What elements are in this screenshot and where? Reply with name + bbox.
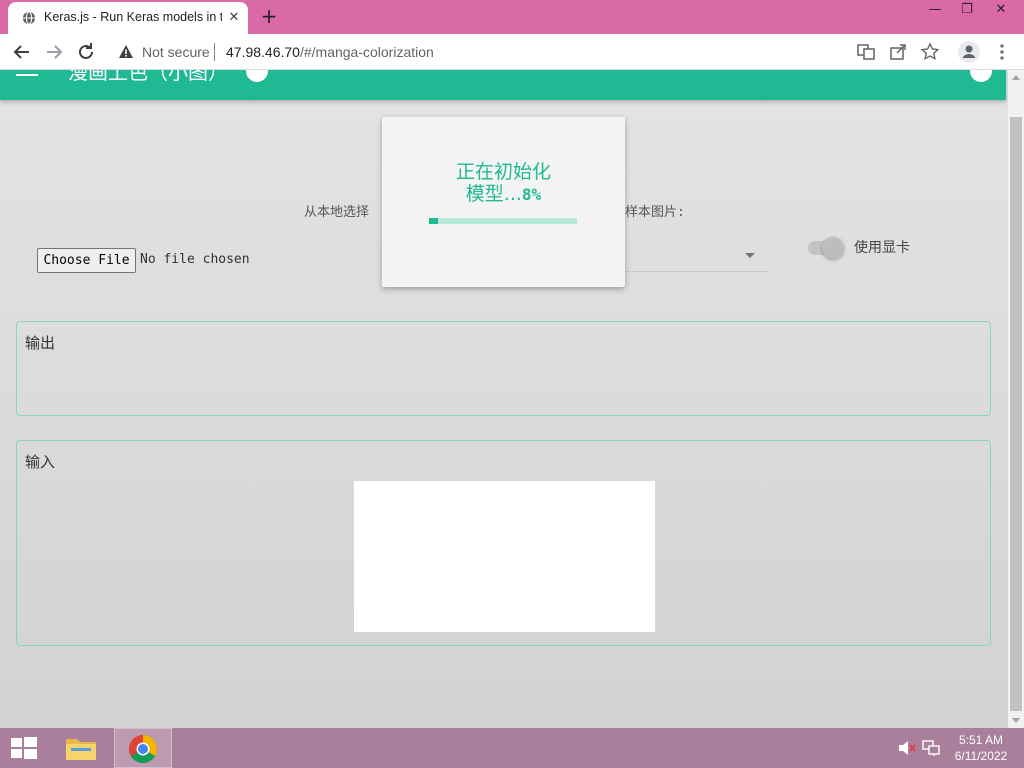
- gpu-toggle-switch[interactable]: [808, 237, 846, 259]
- progress-bar-fill: [429, 218, 438, 224]
- browser-tab[interactable]: Keras.js - Run Keras models in th ✕: [8, 2, 248, 34]
- hamburger-menu-icon[interactable]: [16, 70, 38, 80]
- loading-percent: 8%: [521, 185, 542, 204]
- profile-avatar-icon[interactable]: [958, 41, 980, 63]
- toggle-thumb: [822, 237, 844, 259]
- speaker-muted-icon[interactable]: [898, 740, 916, 756]
- reload-icon[interactable]: [74, 40, 98, 64]
- gpu-toggle-label: 使用显卡: [854, 240, 910, 256]
- browser-titlebar: Keras.js - Run Keras models in th ✕ + — …: [0, 0, 1024, 34]
- globe-icon: [22, 11, 36, 25]
- windows-taskbar: 5:51 AM 6/11/2022: [0, 728, 1024, 768]
- new-tab-button[interactable]: +: [258, 6, 280, 28]
- url-text[interactable]: 47.98.46.70/#/manga-colorization: [226, 44, 434, 60]
- network-icon[interactable]: [922, 740, 940, 756]
- input-image-canvas[interactable]: [354, 481, 655, 632]
- close-window-button[interactable]: ✕: [984, 0, 1018, 22]
- output-title: 输出: [25, 334, 56, 352]
- back-arrow-icon[interactable]: [10, 40, 34, 64]
- vertical-scrollbar[interactable]: [1008, 70, 1024, 728]
- scroll-up-arrow-icon[interactable]: [1012, 75, 1020, 80]
- select-prompt-left: 从本地选择: [304, 205, 370, 220]
- select-prompt-right: 样本图片:: [625, 205, 685, 220]
- file-explorer-icon: [66, 739, 96, 760]
- dropdown-arrow-icon: [745, 253, 755, 258]
- browser-menu-icon[interactable]: [992, 42, 1012, 62]
- chrome-icon: [129, 735, 157, 763]
- input-panel: 输入: [16, 440, 991, 646]
- app-header: 漫画上色（小图）: [0, 70, 1006, 100]
- url-host: 47.98.46.70: [226, 44, 300, 60]
- sample-image-select[interactable]: [624, 241, 767, 272]
- loading-message: 正在初始化 模型...8%: [382, 161, 625, 206]
- security-label[interactable]: Not secure: [142, 44, 210, 60]
- page-title: 漫画上色（小图）: [68, 70, 228, 84]
- clock-date: 6/11/2022: [954, 749, 1008, 763]
- url-path: /#/manga-colorization: [299, 44, 434, 60]
- tab-close-icon[interactable]: ✕: [226, 10, 242, 26]
- file-status-text: No file chosen: [140, 252, 250, 267]
- loading-dialog: 正在初始化 模型...8%: [382, 117, 625, 287]
- chrome-taskbar-item[interactable]: [114, 728, 172, 768]
- address-bar[interactable]: Not secure 47.98.46.70/#/manga-colorizat…: [108, 37, 890, 67]
- forward-arrow-icon[interactable]: [42, 40, 66, 64]
- restore-button[interactable]: ❐: [950, 0, 984, 22]
- bookmark-star-icon[interactable]: [920, 42, 940, 62]
- choose-file-button[interactable]: Choose File: [37, 248, 136, 273]
- scrollbar-thumb[interactable]: [1010, 117, 1022, 711]
- loading-line-2: 模型...8%: [382, 183, 625, 206]
- scroll-down-arrow-icon[interactable]: [1012, 718, 1020, 723]
- loading-line-2-text: 模型...: [465, 183, 522, 205]
- page-viewport: 漫画上色（小图） 从本地选择 样本图片: Choose File No file…: [0, 70, 1008, 728]
- warning-triangle-icon[interactable]: [118, 44, 134, 60]
- minimize-button[interactable]: —: [918, 0, 952, 22]
- translate-icon[interactable]: [856, 42, 876, 62]
- start-icon[interactable]: [0, 728, 48, 768]
- share-icon[interactable]: [888, 42, 908, 62]
- input-title: 输入: [25, 453, 56, 471]
- tab-title: Keras.js - Run Keras models in th: [44, 10, 222, 24]
- omnibox-divider: [214, 43, 215, 61]
- progress-bar: [429, 218, 577, 224]
- system-clock[interactable]: 5:51 AM 6/11/2022: [944, 732, 1018, 764]
- output-panel: 输出: [16, 321, 991, 416]
- file-explorer-taskbar-item[interactable]: [52, 728, 110, 768]
- browser-toolbar: Not secure 47.98.46.70/#/manga-colorizat…: [0, 34, 1024, 70]
- clock-time: 5:51 AM: [958, 733, 1004, 747]
- info-icon[interactable]: [246, 70, 268, 82]
- github-icon[interactable]: [970, 70, 992, 82]
- loading-line-1: 正在初始化: [455, 161, 551, 183]
